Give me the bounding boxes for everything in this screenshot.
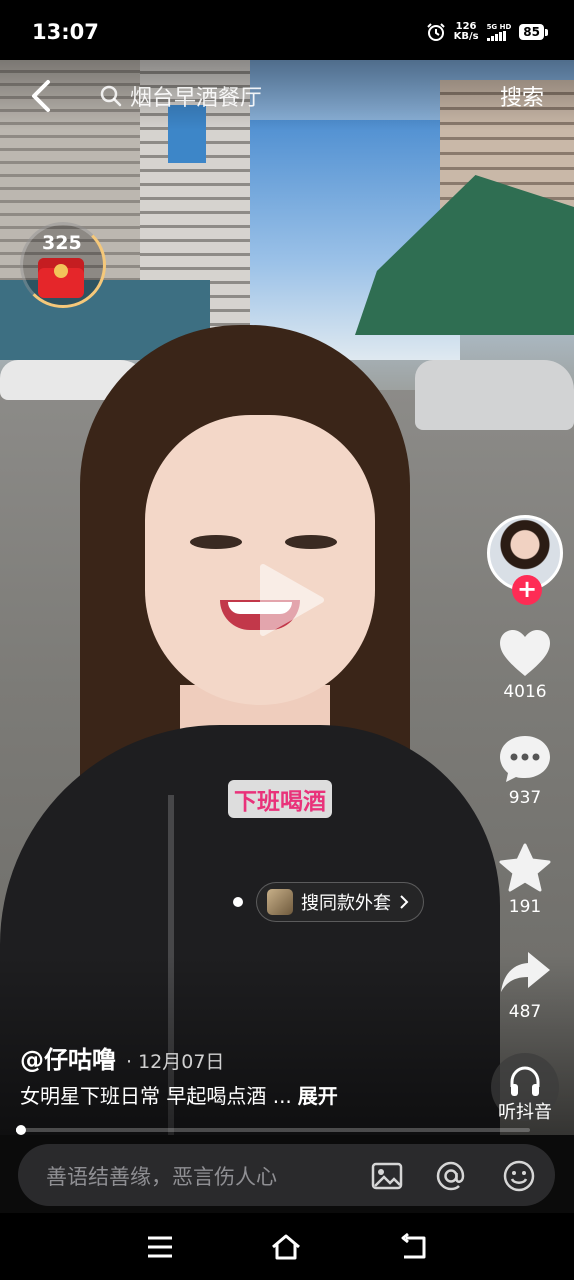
- favorite-count: 191: [508, 897, 542, 917]
- image-icon[interactable]: [370, 1159, 404, 1193]
- author-name[interactable]: @仔咕噜: [20, 1040, 116, 1075]
- emoji-icon[interactable]: [502, 1159, 536, 1193]
- status-time: 13:07: [32, 20, 99, 44]
- comment-button[interactable]: 937: [482, 734, 568, 808]
- video-caption-sticker: 下班喝酒: [228, 780, 332, 818]
- product-tag-label: 搜同款外套: [301, 893, 391, 914]
- post-date: · 12月07日: [126, 1051, 225, 1073]
- listen-label[interactable]: 听抖音: [480, 1098, 570, 1124]
- comment-input[interactable]: 善语结善缘，恶言伤人心: [18, 1144, 555, 1206]
- share-button[interactable]: 487: [482, 948, 568, 1022]
- like-count: 4016: [503, 682, 547, 702]
- comment-dots-icon: [500, 736, 550, 782]
- signal-bars-icon: [486, 31, 506, 41]
- network-speed-unit: KB/s: [453, 31, 479, 42]
- product-anchor-dot: [233, 897, 243, 907]
- search-same-item-tag[interactable]: 搜同款外套: [256, 882, 424, 922]
- battery-indicator: 85: [519, 24, 548, 40]
- search-input[interactable]: 烟台早酒餐厅: [100, 80, 400, 112]
- status-icons: 126 KB/s 5G HD 85: [426, 18, 548, 46]
- product-thumbnail: [267, 889, 293, 915]
- search-query: 烟台早酒餐厅: [130, 86, 263, 111]
- expand-button[interactable]: 展开: [298, 1080, 338, 1109]
- share-count: 487: [508, 1002, 542, 1022]
- at-icon[interactable]: [434, 1159, 468, 1193]
- menu-icon[interactable]: [144, 1231, 176, 1263]
- signal-label: 5G HD: [486, 23, 512, 31]
- search-button[interactable]: 搜索: [500, 80, 544, 112]
- comment-count: 937: [508, 788, 542, 808]
- alarm-icon: [426, 23, 445, 41]
- author-line: @仔咕噜 · 12月07日: [20, 1040, 224, 1075]
- search-icon: [100, 85, 122, 107]
- comment-placeholder: 善语结善缘，恶言伤人心: [46, 1165, 277, 1189]
- video-progress-bar[interactable]: [16, 1125, 530, 1135]
- status-bar: 13:07 126 KB/s 5G HD 85: [0, 0, 574, 60]
- home-icon[interactable]: [270, 1231, 302, 1263]
- headphones-icon: [510, 1066, 540, 1096]
- back-icon[interactable]: [398, 1231, 430, 1263]
- comment-bar: 善语结善缘，恶言伤人心: [0, 1135, 574, 1213]
- video-progress-knob[interactable]: [16, 1125, 26, 1135]
- heart-icon: [500, 630, 550, 676]
- person-eye: [190, 535, 242, 549]
- chevron-left-icon[interactable]: [26, 78, 56, 114]
- system-navigation-bar: [0, 1213, 574, 1280]
- red-packet-count: 325: [42, 232, 82, 254]
- network-speed: 126 KB/s: [454, 22, 479, 42]
- share-arrow-icon: [501, 952, 550, 992]
- like-button[interactable]: 4016: [482, 628, 568, 702]
- follow-button[interactable]: +: [512, 575, 542, 605]
- post-description: 女明星下班日常 早起喝点酒 ... 展开: [20, 1080, 338, 1109]
- chevron-right-icon: [400, 895, 409, 909]
- person-eye: [285, 535, 337, 549]
- star-icon: [499, 843, 551, 892]
- red-packet-icon: [38, 258, 84, 298]
- favorite-button[interactable]: 191: [482, 843, 568, 917]
- description-text: 女明星下班日常 早起喝点酒 ...: [20, 1084, 292, 1108]
- signal-indicator: 5G HD: [486, 23, 512, 41]
- play-icon[interactable]: [243, 555, 333, 645]
- author-avatar-group: +: [487, 515, 563, 605]
- red-packet-widget[interactable]: 325: [20, 222, 106, 312]
- top-navigation: 烟台早酒餐厅 搜索: [0, 60, 574, 132]
